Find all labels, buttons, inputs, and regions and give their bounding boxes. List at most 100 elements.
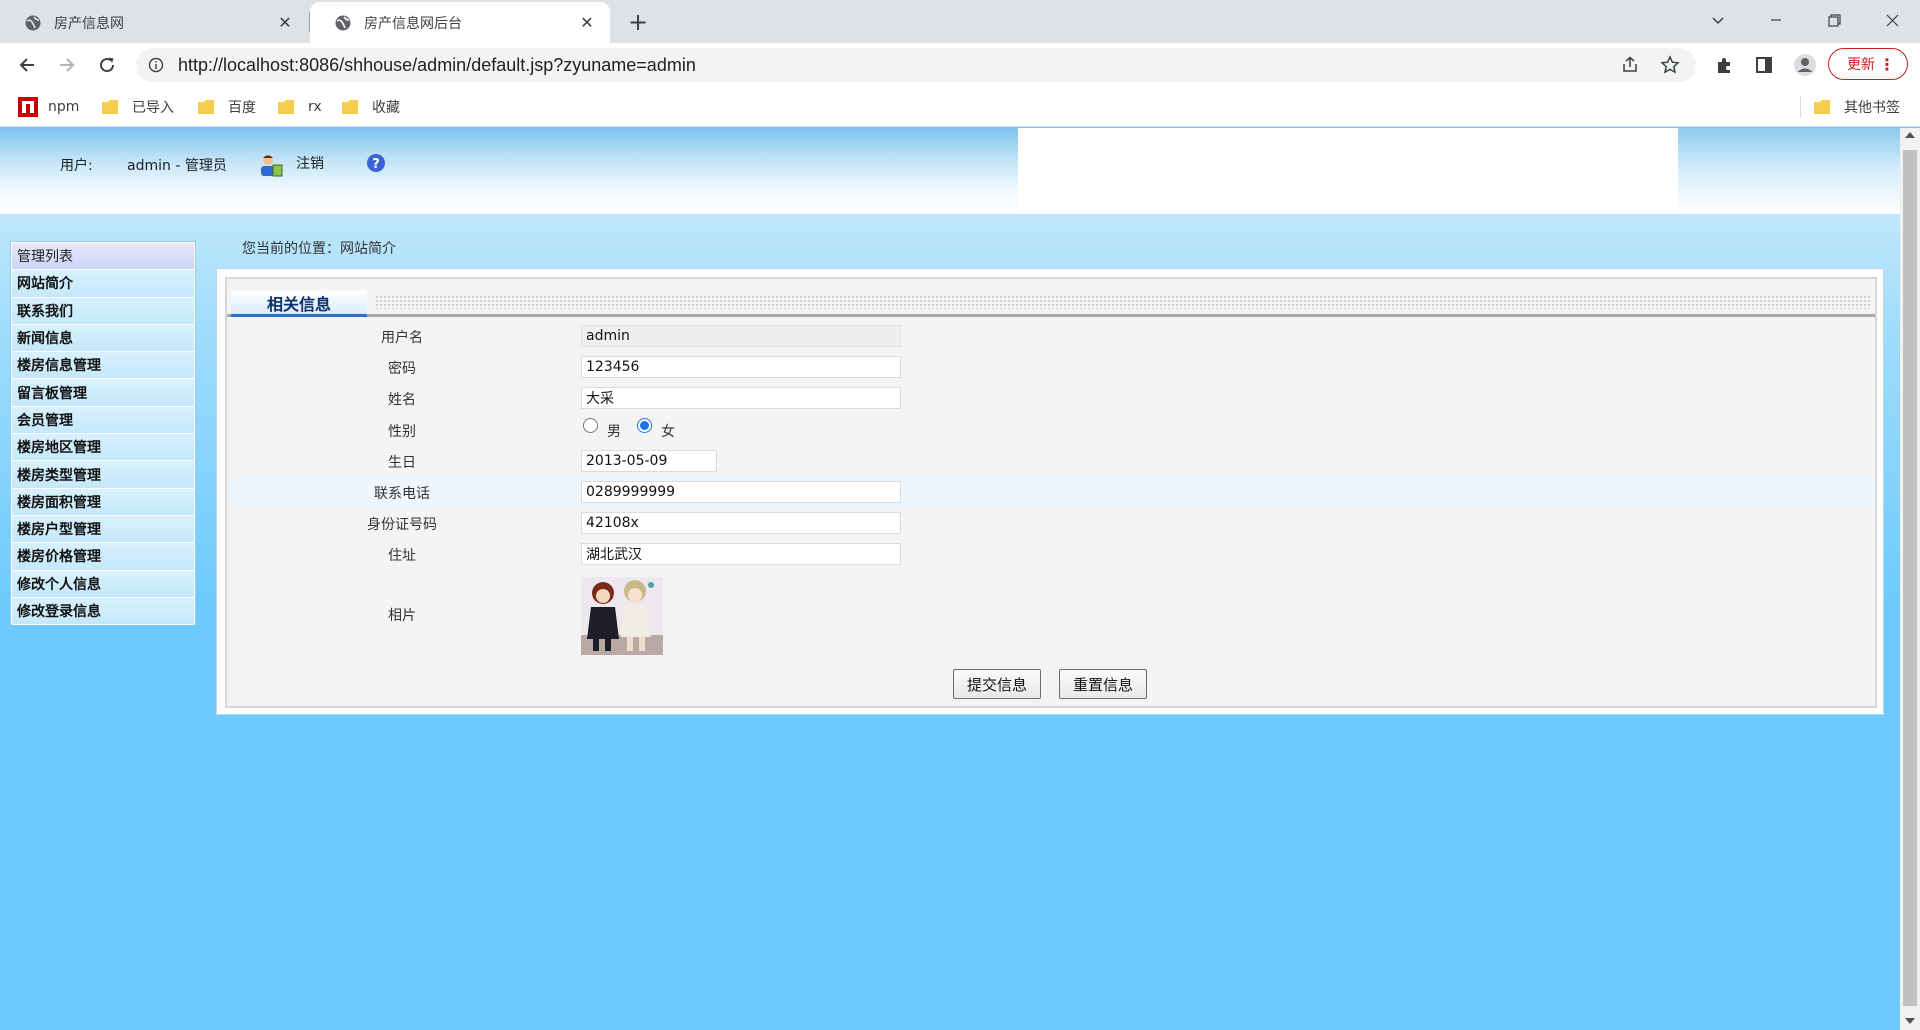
tab-close-icon[interactable]: ✕ xyxy=(576,12,598,34)
restore-button[interactable] xyxy=(1810,0,1858,40)
sidebar-item-news[interactable]: 新闻信息 xyxy=(12,324,194,353)
bookmark-other[interactable]: 其他书签 xyxy=(1814,95,1900,119)
bookmark-label: 已导入 xyxy=(132,100,174,116)
bookmark-label: 其他书签 xyxy=(1844,100,1900,116)
bookmark-npm[interactable]: npm xyxy=(18,95,79,119)
form-row-address: 住址 xyxy=(227,539,1875,571)
info-icon[interactable] xyxy=(148,57,164,73)
sidebar-item-site-intro[interactable]: 网站简介 xyxy=(12,270,194,298)
bookmark-folder-rx[interactable]: rx xyxy=(278,95,322,119)
svg-text:?: ? xyxy=(372,157,380,172)
scroll-up-arrow-icon[interactable] xyxy=(1905,132,1915,138)
reload-button[interactable] xyxy=(92,50,122,80)
sidebar-item-house-layout[interactable]: 楼房户型管理 xyxy=(12,515,194,544)
browser-toolbar: http://localhost:8086/shhouse/admin/defa… xyxy=(0,43,1920,87)
gender-male-radio[interactable] xyxy=(583,418,598,433)
sidebar-item-house-info[interactable]: 楼房信息管理 xyxy=(12,352,194,380)
minimize-button[interactable] xyxy=(1752,0,1800,40)
profile-avatar-icon[interactable] xyxy=(1793,53,1817,77)
logout-link[interactable]: 注销 xyxy=(296,153,324,173)
submit-button[interactable]: 提交信息 xyxy=(953,669,1041,699)
bookmark-star-icon[interactable] xyxy=(1660,55,1680,75)
bookmark-label: npm xyxy=(48,99,80,115)
sidebar-title: 管理列表 xyxy=(12,243,194,271)
sidebar-item-edit-login[interactable]: 修改登录信息 xyxy=(12,597,194,626)
update-label: 更新 xyxy=(1847,57,1875,73)
address-label: 住址 xyxy=(388,548,416,564)
bookmark-folder-favorites[interactable]: 收藏 xyxy=(342,95,400,119)
sidebar-item-message-board[interactable]: 留言板管理 xyxy=(12,379,194,407)
browser-tab-2[interactable]: 房产信息网后台 ✕ xyxy=(310,2,610,43)
npm-logo-icon xyxy=(18,97,38,117)
sidebar-item-contact-us[interactable]: 联系我们 xyxy=(12,297,194,325)
gender-female-radio[interactable] xyxy=(637,418,652,433)
globe-icon xyxy=(335,15,351,30)
folder-icon xyxy=(342,100,358,114)
sidebar-item-house-type[interactable]: 楼房类型管理 xyxy=(12,461,194,489)
sidebar-item-edit-profile[interactable]: 修改个人信息 xyxy=(12,570,194,598)
birthday-input[interactable] xyxy=(581,450,717,472)
scroll-down-arrow-icon[interactable] xyxy=(1905,1018,1915,1024)
id-number-label: 身份证号码 xyxy=(367,517,437,533)
user-label: 用户: xyxy=(60,158,93,174)
gender-female-label: 女 xyxy=(661,424,675,440)
top-banner: 用户: admin - 管理员 注销 ? xyxy=(0,128,1900,214)
browser-tab-1[interactable]: 房产信息网 ✕ xyxy=(0,2,308,43)
username-label: 用户名 xyxy=(381,330,423,346)
share-icon[interactable] xyxy=(1620,55,1640,75)
folder-icon xyxy=(198,100,214,114)
side-panel-icon[interactable] xyxy=(1754,55,1774,75)
url-text[interactable]: http://localhost:8086/shhouse/admin/defa… xyxy=(178,55,696,76)
sidebar-item-house-region[interactable]: 楼房地区管理 xyxy=(12,434,194,462)
form-row-password: 密码 xyxy=(227,352,1875,383)
form-row-name: 姓名 xyxy=(227,383,1875,414)
bookmark-folder-imported[interactable]: 已导入 xyxy=(102,95,174,119)
form-row-phone: 联系电话 xyxy=(227,477,1875,508)
page-scrollbar[interactable] xyxy=(1900,128,1920,1030)
bookmark-folder-baidu[interactable]: 百度 xyxy=(198,95,256,119)
username-input[interactable] xyxy=(581,325,901,347)
info-form-panel: 相关信息 用户名 密码 姓名 性别 男 xyxy=(225,277,1877,708)
phone-input[interactable] xyxy=(581,481,901,503)
name-input[interactable] xyxy=(581,387,901,409)
tab-close-icon[interactable]: ✕ xyxy=(274,12,296,34)
birthday-label: 生日 xyxy=(388,455,416,471)
sidebar-item-members[interactable]: 会员管理 xyxy=(12,406,194,435)
panel-header-pattern xyxy=(375,295,1871,309)
more-menu-icon[interactable]: ⋮ xyxy=(1879,55,1895,74)
panel-title-tab: 相关信息 xyxy=(231,291,367,317)
id-number-input[interactable] xyxy=(581,512,901,534)
tab-search-icon[interactable] xyxy=(1694,0,1742,40)
banner-blank-area xyxy=(1018,128,1678,214)
forward-button[interactable] xyxy=(52,50,82,80)
reset-button[interactable]: 重置信息 xyxy=(1059,669,1147,699)
bookmark-label: 百度 xyxy=(228,100,256,116)
address-input[interactable] xyxy=(581,543,901,565)
phone-label: 联系电话 xyxy=(374,486,430,502)
logout-user-icon[interactable] xyxy=(258,152,284,178)
extensions-icon[interactable] xyxy=(1714,55,1734,75)
form-row-gender: 性别 男 女 xyxy=(227,414,1875,446)
main-panel: 相关信息 用户名 密码 姓名 性别 男 xyxy=(216,268,1884,715)
form-row-actions: 提交信息 重置信息 xyxy=(227,661,1875,706)
folder-icon xyxy=(1814,100,1830,114)
password-input[interactable] xyxy=(581,356,901,378)
member-photo xyxy=(581,577,663,655)
new-tab-button[interactable]: + xyxy=(624,8,652,36)
help-icon[interactable]: ? xyxy=(366,153,386,173)
name-label: 姓名 xyxy=(388,392,416,408)
password-label: 密码 xyxy=(388,361,416,377)
back-button[interactable] xyxy=(12,50,42,80)
sidebar-item-house-area[interactable]: 楼房面积管理 xyxy=(12,488,194,516)
scroll-thumb[interactable] xyxy=(1903,150,1917,1006)
form-row-birthday: 生日 xyxy=(227,446,1875,477)
address-bar[interactable]: http://localhost:8086/shhouse/admin/defa… xyxy=(136,48,1696,82)
bookmarks-separator xyxy=(1800,96,1801,118)
user-value: admin - 管理员 xyxy=(127,158,227,174)
update-button[interactable]: 更新 ⋮ xyxy=(1828,48,1908,80)
gender-label: 性别 xyxy=(388,424,416,440)
photo-label: 相片 xyxy=(388,608,416,624)
close-window-button[interactable] xyxy=(1868,0,1916,40)
sidebar-item-house-price[interactable]: 楼房价格管理 xyxy=(12,543,194,571)
tab-title: 房产信息网 xyxy=(54,15,124,32)
